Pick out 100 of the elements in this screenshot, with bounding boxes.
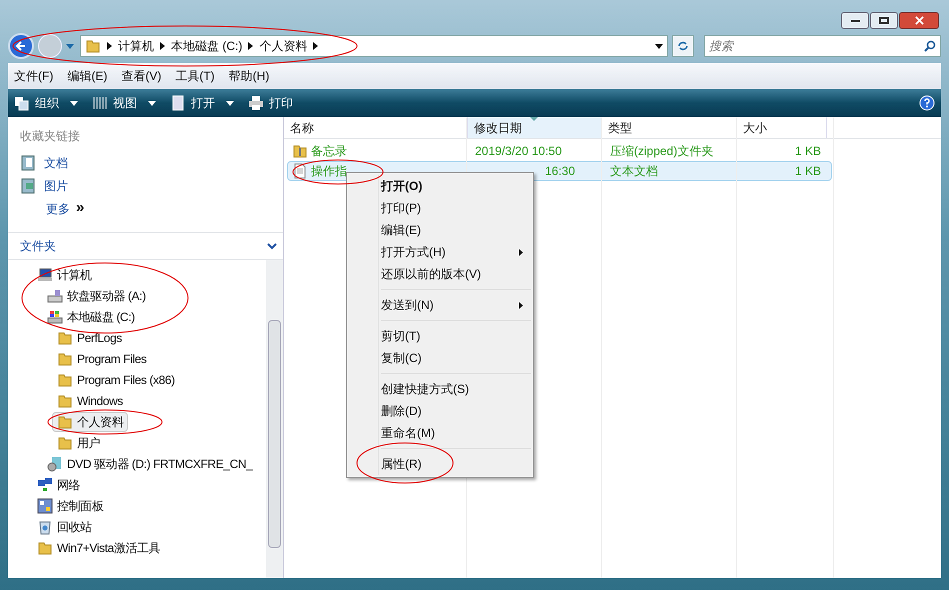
arrow-left-icon <box>15 40 27 52</box>
breadcrumb[interactable]: 计算机 <box>118 37 154 55</box>
folder-icon <box>57 414 73 430</box>
caret-icon <box>226 100 234 106</box>
control-panel-icon <box>37 498 53 514</box>
breadcrumb[interactable]: 个人资料 <box>259 37 308 55</box>
favorite-link[interactable]: 文档 <box>20 151 283 174</box>
tree-item[interactable]: 本地磁盘 (C:) <box>42 306 140 326</box>
documents-icon <box>20 154 36 170</box>
tree-item[interactable]: Win7+Vista激活工具 <box>32 538 166 558</box>
text-file-icon <box>292 163 308 179</box>
folder-icon <box>85 38 101 54</box>
tree-item[interactable]: 软盘驱动器 (A:) <box>42 286 151 306</box>
menu-item[interactable]: 打开方式(H) <box>349 241 531 263</box>
address-field[interactable]: 计算机 本地磁盘 (C:) 个人资料 <box>80 35 668 57</box>
submenu-arrow-icon <box>519 302 523 308</box>
menu-item[interactable]: 复制(C) <box>381 347 531 369</box>
tree-item[interactable]: DVD 驱动器 (D:) FRTMCXFRE_CN_ <box>42 454 258 474</box>
more-link[interactable]: 更多 <box>46 200 70 218</box>
views-icon <box>92 95 108 111</box>
menu-item[interactable]: 打印(P) <box>349 197 531 219</box>
chevron-right-icon[interactable] <box>160 42 165 50</box>
maximize-button[interactable] <box>870 12 898 29</box>
folder-icon <box>57 372 73 388</box>
tree-item[interactable]: 网络 <box>32 474 86 494</box>
tree-item[interactable]: 用户 <box>52 432 106 452</box>
minimize-button[interactable] <box>841 12 869 29</box>
chevron-right-icon[interactable] <box>107 42 112 50</box>
chevron-right-icon[interactable] <box>313 42 318 50</box>
menu-item[interactable]: 删除(D) <box>381 400 531 422</box>
folder-icon <box>57 392 73 408</box>
tree-item[interactable]: PerfLogs <box>52 328 127 348</box>
tree-item[interactable]: Program Files <box>52 348 152 368</box>
tree-item[interactable]: 控制面板 <box>32 496 108 516</box>
tree-item[interactable]: 个人资料 <box>52 412 128 432</box>
search-icon <box>924 40 936 52</box>
menu-item[interactable]: 查看(V) <box>121 67 162 85</box>
toolbar-button[interactable]: 打印 <box>248 94 293 112</box>
printer-icon <box>248 95 264 111</box>
menu-item[interactable]: 发送到(N) <box>381 294 531 316</box>
menu-item[interactable]: 文件(F) <box>14 67 54 85</box>
menu-item[interactable]: 还原以前的版本(V) <box>349 263 531 285</box>
folder-icon <box>57 434 73 450</box>
folder-icon <box>37 540 53 556</box>
search-field[interactable]: 搜索 <box>704 35 941 57</box>
menu-item[interactable]: 帮助(H) <box>228 67 270 85</box>
refresh-button[interactable] <box>672 35 694 57</box>
dropdown-icon[interactable] <box>655 44 663 48</box>
close-button[interactable] <box>899 12 939 29</box>
scrollbar[interactable] <box>266 260 283 578</box>
back-button[interactable] <box>8 33 34 59</box>
chevron-right-icon[interactable] <box>248 42 254 50</box>
submenu-arrow-icon <box>519 248 523 256</box>
toolbar-button[interactable]: 打开 <box>170 94 234 112</box>
forward-button[interactable] <box>38 34 62 58</box>
table-cell-text: 备忘录 <box>311 143 347 160</box>
chevron-down-icon[interactable] <box>267 242 277 250</box>
history-dropdown-icon[interactable] <box>66 44 74 48</box>
menu-item[interactable]: 属性(R) <box>381 453 531 475</box>
column-header[interactable]: 修改日期 <box>467 117 602 138</box>
table-cell-text: 16:30 <box>545 163 576 180</box>
zip-folder-icon <box>292 143 308 159</box>
menu-item[interactable]: 创建快捷方式(S) <box>381 378 531 400</box>
favorite-link[interactable]: 图片 <box>20 174 283 197</box>
table-cell-text: 操作指 <box>311 163 347 180</box>
table-cell-text: 1 KB <box>794 163 821 180</box>
menu-item[interactable]: 编辑(E) <box>67 67 108 85</box>
breadcrumb[interactable]: 本地磁盘 (C:) <box>171 37 242 55</box>
sort-arrow-icon <box>530 117 538 121</box>
menu-item[interactable]: 编辑(E) <box>349 219 531 241</box>
table-cell-text: 2019/3/20 10:50 <box>475 143 562 160</box>
menu-item[interactable]: 剪切(T) <box>381 325 531 347</box>
section-title[interactable]: 文件夹 <box>20 237 56 255</box>
recycle-bin-icon <box>37 518 53 534</box>
tree-item[interactable]: 回收站 <box>32 516 97 536</box>
organize-icon <box>14 95 30 111</box>
document-icon <box>170 95 186 111</box>
toolbar-button[interactable]: 组织 <box>14 94 78 112</box>
folder-icon <box>57 330 73 346</box>
more-glyph[interactable]: » <box>76 197 84 220</box>
file-row[interactable]: 备忘录 2019/3/20 10:50 压缩(zipped)文件夹 1 KB <box>287 141 832 161</box>
menu-item[interactable]: 工具(T) <box>175 67 215 85</box>
toolbar-button[interactable]: 视图 <box>92 94 156 112</box>
section-title: 收藏夹链接 <box>20 128 81 145</box>
folder-icon <box>57 350 73 366</box>
table-cell-text: 1 KB <box>794 143 821 160</box>
close-icon <box>914 16 924 25</box>
drive-icon <box>47 308 63 324</box>
refresh-icon <box>677 40 689 52</box>
tree-item[interactable]: Windows <box>52 390 128 410</box>
tree-item[interactable]: 计算机 <box>32 264 97 284</box>
drive-icon <box>47 288 63 304</box>
dvd-drive-icon <box>47 456 63 472</box>
caret-icon <box>70 100 78 106</box>
tree-item[interactable]: Program Files (x86) <box>52 370 180 390</box>
pictures-icon <box>20 178 36 194</box>
menu-item[interactable]: 重命名(M) <box>381 422 531 444</box>
table-cell-text: 文本文档 <box>610 163 658 180</box>
table-cell-text: 压缩(zipped)文件夹 <box>610 143 714 160</box>
help-icon[interactable] <box>919 95 935 111</box>
